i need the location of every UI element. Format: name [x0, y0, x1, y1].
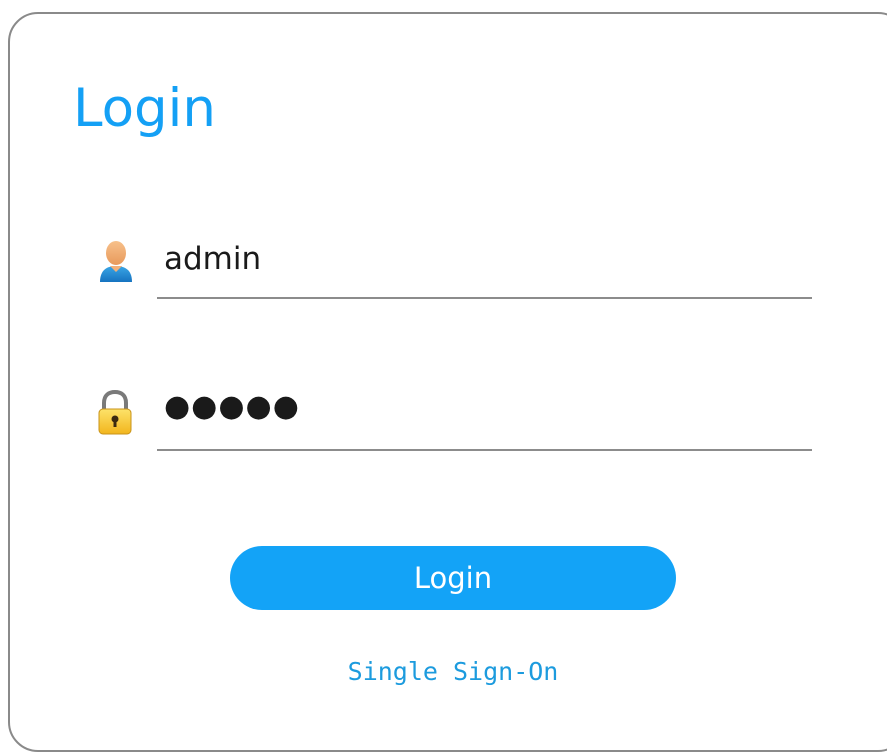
username-underline — [157, 297, 812, 299]
username-field[interactable]: admin — [95, 238, 812, 299]
password-value: ●●●●● — [164, 389, 300, 424]
login-button[interactable]: Login — [230, 546, 676, 610]
single-sign-on-link[interactable]: Single Sign-On — [0, 657, 887, 686]
lock-icon — [95, 389, 135, 440]
page-title: Login — [73, 78, 216, 139]
password-underline — [157, 449, 812, 451]
user-icon — [95, 238, 135, 288]
username-value: admin — [164, 241, 262, 277]
password-field[interactable]: ●●●●● — [95, 389, 812, 451]
